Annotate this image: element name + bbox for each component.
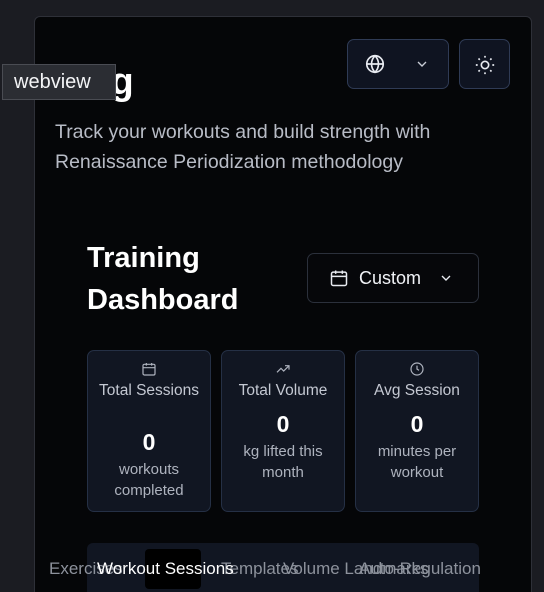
globe-icon: [364, 53, 386, 75]
dashboard-title: Training Dashboard: [87, 242, 239, 316]
stat-card-total-volume: Total Volume 0 kg lifted this month: [221, 350, 345, 512]
trending-up-icon: [222, 361, 344, 379]
stat-description: workouts completed: [114, 461, 184, 499]
stat-description: minutes per workout: [377, 443, 457, 481]
sun-icon: [474, 54, 496, 76]
stat-card-avg-session: Avg Session 0 minutes per workout: [355, 350, 479, 512]
stat-label: Total Volume: [238, 382, 328, 399]
stat-card-total-sessions: Total Sessions 0 workouts completed: [87, 350, 211, 512]
stat-label: Avg Session: [374, 382, 460, 399]
clock-icon: [356, 361, 478, 379]
stat-label: Total Sessions: [99, 382, 199, 399]
tab-workout-sessions[interactable]: Workout Sessions: [97, 559, 234, 579]
chevron-down-icon: [438, 270, 454, 286]
calendar-icon: [88, 361, 210, 379]
calendar-icon: [329, 268, 349, 288]
stat-value: 0: [276, 411, 290, 437]
page-subtitle: Track your workouts and build strength w…: [55, 121, 431, 173]
app-panel: ning Track your workouts and build stren…: [34, 16, 532, 592]
theme-toggle-button[interactable]: [459, 39, 510, 89]
chevron-down-icon: [414, 56, 430, 72]
tab-auto-regulation[interactable]: Auto-Regulation: [359, 559, 481, 579]
stat-description: kg lifted this month: [243, 443, 323, 481]
date-range-selector[interactable]: Custom: [307, 253, 479, 303]
language-selector[interactable]: [347, 39, 449, 89]
webview-tag: webview: [2, 64, 116, 100]
date-range-label: Custom: [359, 268, 422, 288]
stat-value: 0: [410, 411, 424, 437]
stat-value: 0: [142, 429, 156, 455]
